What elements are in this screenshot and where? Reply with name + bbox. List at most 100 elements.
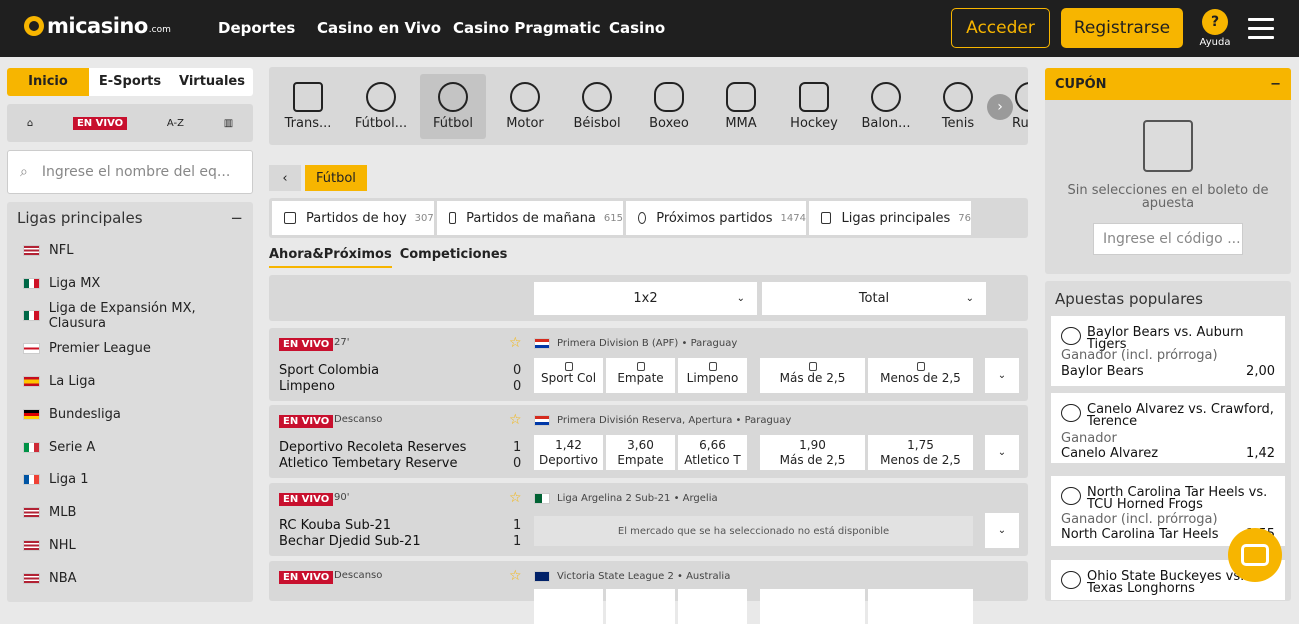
home-score: 1: [513, 518, 522, 533]
league-item[interactable]: Liga MX: [7, 267, 253, 300]
favorite-star-icon[interactable]: ☆: [509, 568, 522, 584]
sport-basketball[interactable]: Balon...: [853, 74, 919, 139]
collapse-icon[interactable]: −: [1270, 77, 1281, 92]
nav-casino-pragmatic[interactable]: Casino Pragmatic: [453, 19, 601, 37]
sports-next-arrow-icon[interactable]: ›: [987, 94, 1013, 120]
odd-draw[interactable]: [606, 589, 675, 624]
league-item[interactable]: Liga de Expansión MX, Clausura: [7, 300, 253, 333]
odd-draw[interactable]: Empate: [606, 358, 675, 393]
tab-competitions[interactable]: Competiciones: [400, 247, 508, 268]
favorite-star-icon[interactable]: ☆: [509, 490, 522, 506]
match-time: Descanso: [334, 570, 383, 581]
back-arrow-icon[interactable]: ‹: [269, 165, 301, 191]
league-label: Primera Division B (APF) • Paraguay: [534, 338, 737, 349]
odd-over[interactable]: 1,90 Más de 2,5: [760, 435, 865, 470]
team-search[interactable]: ⌕ Ingrese el nombre del eq...: [7, 150, 253, 194]
league-item[interactable]: MLB: [7, 496, 253, 529]
odd-away[interactable]: [678, 589, 747, 624]
live-badge: EN VIVO: [279, 415, 334, 428]
sport-baseball[interactable]: Béisbol: [564, 74, 630, 139]
tab-virtuales[interactable]: Virtuales: [171, 68, 253, 96]
home-team[interactable]: Sport Colombia: [279, 363, 379, 378]
login-button[interactable]: Acceder: [951, 8, 1050, 48]
home-icon[interactable]: ⌂: [27, 118, 33, 129]
calendar-icon: [449, 212, 457, 224]
menu-icon[interactable]: [1248, 18, 1274, 45]
sport-american-football[interactable]: Fútbol...: [348, 74, 414, 139]
odd-under[interactable]: 1,75 Menos de 2,5: [868, 435, 973, 470]
az-filter[interactable]: A-Z: [167, 118, 184, 129]
popular-bet-card[interactable]: Canelo Alvarez vs. Crawford, Terence Gan…: [1051, 393, 1285, 463]
sport-hockey[interactable]: Hockey: [781, 74, 847, 139]
favorite-star-icon[interactable]: ☆: [509, 335, 522, 351]
promo-code-input[interactable]: Ingrese el código ...: [1093, 223, 1243, 255]
league-item[interactable]: Premier League: [7, 332, 253, 365]
market-select-1x2[interactable]: 1x2 ⌄: [534, 282, 757, 315]
league-item[interactable]: Liga 1: [7, 464, 253, 497]
league-item[interactable]: NHL: [7, 529, 253, 562]
odd-away[interactable]: Limpeno: [678, 358, 747, 393]
league-item[interactable]: La Liga: [7, 365, 253, 398]
popular-bet-card[interactable]: Baylor Bears vs. Auburn Tigers Ganador (…: [1051, 316, 1285, 386]
boxing-glove-icon: [1061, 404, 1081, 422]
expand-markets-chevron-icon[interactable]: ⌄: [985, 358, 1019, 393]
odd-under[interactable]: [868, 589, 973, 624]
market-selectors: 1x2 ⌄ Total ⌄: [269, 275, 1028, 321]
filter-tomorrow[interactable]: Partidos de mañana 615: [437, 201, 623, 235]
away-score: 0: [513, 379, 522, 394]
odd-home[interactable]: 1,42 Deportivo: [534, 435, 603, 470]
micasino-logo[interactable]: micasino .com: [24, 14, 171, 38]
home-team[interactable]: Deportivo Recoleta Reserves: [279, 440, 466, 455]
away-score: 1: [513, 534, 522, 549]
help-button[interactable]: ? Ayuda: [1197, 9, 1233, 48]
odd-home[interactable]: [534, 589, 603, 624]
filter-top-leagues[interactable]: Ligas principales 76: [809, 201, 971, 235]
odd-under[interactable]: Menos de 2,5: [868, 358, 973, 393]
register-button[interactable]: Registrarse: [1061, 8, 1183, 48]
league-item[interactable]: NFL: [7, 234, 253, 267]
odd-over[interactable]: [760, 589, 865, 624]
odd-over[interactable]: Más de 2,5: [760, 358, 865, 393]
sport-mma[interactable]: MMA: [708, 74, 774, 139]
league-item[interactable]: Bundesliga: [7, 398, 253, 431]
stats-icon[interactable]: ▥: [224, 118, 233, 129]
filter-today[interactable]: Partidos de hoy 307: [272, 201, 434, 235]
away-team[interactable]: Limpeno: [279, 379, 335, 394]
home-team[interactable]: RC Kouba Sub-21: [279, 518, 391, 533]
odd-home[interactable]: Sport Col: [534, 358, 603, 393]
odd-away[interactable]: 6,66 Atletico T: [678, 435, 747, 470]
away-team[interactable]: Bechar Djedid Sub-21: [279, 534, 421, 549]
nav-casino[interactable]: Casino: [609, 19, 665, 37]
helmet-icon: [1061, 327, 1081, 345]
sport-live-stream[interactable]: Trans...: [275, 74, 341, 139]
expand-markets-chevron-icon[interactable]: ⌄: [985, 435, 1019, 470]
away-team[interactable]: Atletico Tembetary Reserve: [279, 456, 457, 471]
breadcrumb-current[interactable]: Fútbol: [305, 165, 367, 191]
chat-icon[interactable]: [1228, 528, 1282, 582]
expand-markets-chevron-icon[interactable]: ⌄: [985, 513, 1019, 548]
match-time: Descanso: [334, 414, 383, 425]
sport-football[interactable]: Fútbol: [420, 74, 486, 139]
market-select-total[interactable]: Total ⌄: [762, 282, 986, 315]
top-leagues-header[interactable]: Ligas principales −: [7, 202, 253, 234]
view-tabs: Ahora&Próximos Competiciones: [269, 247, 507, 268]
favorite-star-icon[interactable]: ☆: [509, 412, 522, 428]
sport-motor[interactable]: Motor: [492, 74, 558, 139]
filter-upcoming[interactable]: Próximos partidos 1474: [626, 201, 806, 235]
league-item[interactable]: NBA: [7, 562, 253, 595]
nav-casino-en-vivo[interactable]: Casino en Vivo: [317, 19, 441, 37]
mma-glove-icon: [726, 82, 756, 112]
nav-deportes[interactable]: Deportes: [218, 19, 295, 37]
league-item[interactable]: Serie A: [7, 431, 253, 464]
tab-esports[interactable]: E-Sports: [89, 68, 171, 96]
tab-now-upcoming[interactable]: Ahora&Próximos: [269, 247, 392, 268]
coupon-header[interactable]: CUPÓN −: [1045, 68, 1291, 100]
trophy-icon: [821, 212, 832, 224]
odd-draw[interactable]: 3,60 Empate: [606, 435, 675, 470]
tab-inicio[interactable]: Inicio: [7, 68, 89, 96]
sport-tennis[interactable]: Tenis: [925, 74, 991, 139]
sport-boxing[interactable]: Boxeo: [636, 74, 702, 139]
france-flag-icon: [23, 474, 40, 486]
live-filter[interactable]: EN VIVO: [72, 116, 128, 130]
collapse-icon[interactable]: −: [230, 209, 243, 227]
